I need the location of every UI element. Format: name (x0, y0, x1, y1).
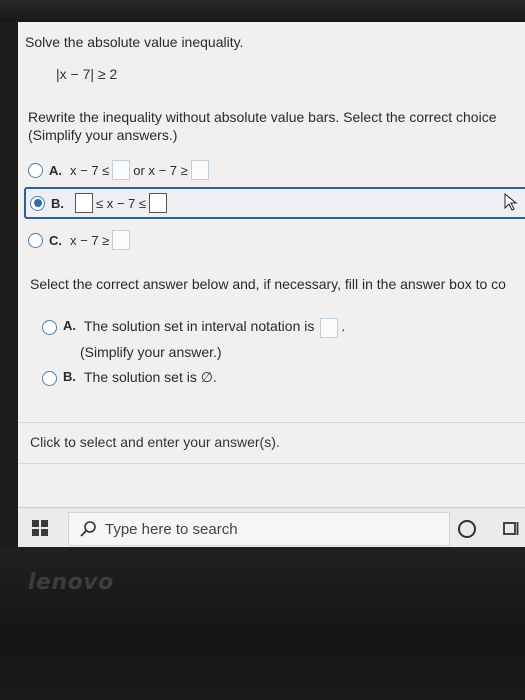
rewrite-option-c[interactable]: C. x − 7 ≥ (28, 226, 525, 254)
option-b-letter: B. (51, 195, 64, 211)
search-icon (80, 521, 96, 537)
answer-a-letter: A. (63, 318, 76, 333)
radio-answer-a[interactable] (42, 320, 57, 335)
option-b-answer-box-1[interactable] (75, 193, 93, 213)
cortana-icon[interactable] (458, 520, 476, 538)
radio-option-a[interactable] (28, 162, 43, 178)
answer-a-subtext: (Simplify your answer.) (80, 344, 222, 360)
radio-option-b[interactable] (30, 195, 45, 211)
answer-option-a[interactable]: A. The solution set in interval notation… (42, 318, 345, 338)
task-view-icon[interactable] (502, 519, 520, 537)
answer-b-text: The solution set is ∅. (84, 369, 217, 385)
rewrite-option-a[interactable]: A. x − 7 ≤ or x − 7 ≥ (28, 156, 525, 184)
search-placeholder: Type here to search (105, 520, 238, 538)
lenovo-logo: lenovo (28, 570, 114, 595)
radio-option-c[interactable] (28, 232, 43, 248)
rewrite-option-b[interactable]: B. ≤ x − 7 ≤ (24, 187, 525, 219)
option-a-part2: or x − 7 ≥ (133, 162, 188, 178)
answer-a-input-box[interactable] (320, 318, 339, 338)
option-b-answer-box-2[interactable] (149, 193, 168, 213)
rewrite-instruction: Rewrite the inequality without absolute … (28, 108, 496, 144)
answer-a-period: . (341, 318, 346, 334)
question-panel: Solve the absolute value inequality. |x … (18, 22, 525, 492)
radio-answer-b[interactable] (42, 371, 57, 386)
answer-instruction: Select the correct answer below and, if … (30, 276, 506, 292)
question-prompt: Solve the absolute value inequality. (25, 34, 244, 50)
option-a-answer-box-1[interactable] (112, 160, 131, 180)
answer-a-text: The solution set in interval notation is (84, 318, 315, 334)
screen: Solve the absolute value inequality. |x … (18, 22, 525, 547)
option-c-part1: x − 7 ≥ (70, 232, 110, 248)
answer-option-b[interactable]: B. The solution set is ∅. (42, 369, 217, 386)
option-c-letter: C. (49, 232, 62, 248)
cursor-icon (504, 193, 518, 211)
rewrite-instruction-line2: (Simplify your answers.) (28, 127, 178, 143)
windows-start-icon[interactable] (32, 520, 48, 536)
laptop-top-bezel (0, 0, 525, 22)
option-a-answer-box-2[interactable] (190, 160, 209, 180)
option-b-part1: ≤ x − 7 ≤ (96, 195, 147, 211)
inequality-expression: |x − 7| ≥ 2 (56, 66, 118, 82)
option-c-answer-box[interactable] (112, 230, 131, 250)
click-hint: Click to select and enter your answer(s)… (30, 434, 280, 450)
answer-b-letter: B. (63, 369, 76, 384)
option-a-part1: x − 7 ≤ (70, 162, 110, 178)
taskbar-search-box[interactable]: Type here to search (68, 512, 450, 546)
taskbar: Type here to search (18, 507, 525, 548)
rewrite-instruction-line1: Rewrite the inequality without absolute … (28, 109, 497, 125)
option-a-letter: A. (49, 162, 62, 178)
